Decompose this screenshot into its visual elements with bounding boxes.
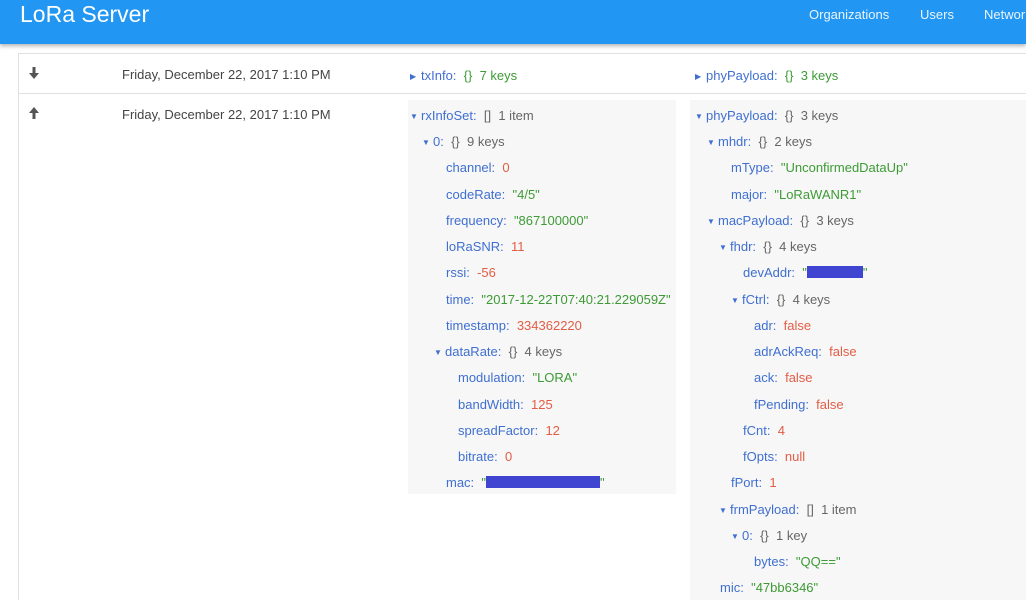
mhdr-node[interactable]: ▼ mhdr: {} 2 keys	[707, 134, 812, 150]
field-bandwidth: bandWidth: 125	[458, 397, 553, 412]
table-divider	[18, 93, 1026, 94]
field-coderate: codeRate: "4/5"	[446, 187, 540, 202]
macpayload-node[interactable]: ▼ macPayload: {} 3 keys	[707, 213, 854, 229]
collapse-icon[interactable]: ▼	[719, 503, 730, 519]
fhdr-node[interactable]: ▼ fhdr: {} 4 keys	[719, 239, 817, 255]
frmpayload-item-0[interactable]: ▼ 0: {} 1 key	[731, 528, 807, 544]
redacted-value	[486, 476, 601, 488]
collapse-icon[interactable]: ▼	[707, 135, 718, 151]
field-mac: mac: " "	[446, 475, 605, 490]
fctrl-node[interactable]: ▼ fCtrl: {} 4 keys	[731, 292, 830, 308]
table-border	[18, 53, 19, 600]
collapse-icon[interactable]: ▼	[731, 529, 742, 545]
collapse-icon[interactable]: ▼	[731, 293, 742, 309]
field-major: major: "LoRaWANR1"	[731, 187, 862, 202]
arrow-up-icon	[29, 107, 39, 119]
table-divider	[18, 53, 1026, 54]
nav-network[interactable]: Network	[984, 7, 1026, 22]
frame-timestamp: Friday, December 22, 2017 1:10 PM	[122, 67, 331, 82]
collapse-icon[interactable]: ▼	[719, 240, 730, 256]
arrow-down-icon	[29, 67, 39, 79]
field-frequency: frequency: "867100000"	[446, 213, 589, 228]
nav-organizations[interactable]: Organizations	[809, 7, 889, 22]
field-timestamp: timestamp: 334362220	[446, 318, 582, 333]
field-ack: ack: false	[754, 370, 813, 385]
collapse-icon[interactable]: ▼	[422, 135, 433, 151]
frmpayload-node[interactable]: ▼ frmPayload: [] 1 item	[719, 502, 856, 518]
phypayload-node-collapsed[interactable]: ▶ phyPayload: {} 3 keys	[695, 68, 838, 84]
phypayload-tree: ▼ phyPayload: {} 3 keys ▼ mhdr: {} 2 keys …	[690, 100, 1026, 600]
field-bytes: bytes: "QQ=="	[754, 554, 841, 569]
rxinfoset-tree: ▼ rxInfoSet: [] 1 item ▼ 0: {} 9 keys chan…	[408, 100, 676, 494]
txinfo-node[interactable]: ▶ txInfo: {} 7 keys	[410, 68, 517, 84]
field-adrackreq: adrAckReq: false	[754, 344, 857, 359]
phypayload-node[interactable]: ▼ phyPayload: {} 3 keys	[695, 108, 838, 124]
field-fport: fPort: 1	[731, 475, 777, 490]
field-modulation: modulation: "LORA"	[458, 370, 578, 385]
redacted-value	[806, 266, 863, 278]
field-fopts: fOpts: null	[743, 449, 806, 464]
field-fpending: fPending: false	[754, 397, 844, 412]
field-adr: adr: false	[754, 318, 812, 333]
collapse-icon[interactable]: ▼	[434, 345, 445, 361]
field-rssi: rssi: -56	[446, 265, 496, 280]
app-title[interactable]: LoRa Server	[20, 1, 149, 28]
collapse-icon[interactable]: ▼	[707, 214, 718, 230]
field-channel: channel: 0	[446, 160, 510, 175]
collapse-icon[interactable]: ▼	[695, 109, 706, 125]
field-spreadfactor: spreadFactor: 12	[458, 423, 560, 438]
app-bar: LoRa Server Organizations Users Network	[0, 0, 1026, 44]
expand-icon[interactable]: ▶	[410, 69, 421, 85]
field-devaddr: devAddr: " "	[743, 265, 868, 280]
frame-timestamp: Friday, December 22, 2017 1:10 PM	[122, 107, 331, 122]
field-fcnt: fCnt: 4	[743, 423, 785, 438]
field-time: time: "2017-12-22T07:40:21.229059Z"	[446, 292, 671, 307]
collapse-icon[interactable]: ▼	[410, 109, 421, 125]
datarate-node[interactable]: ▼ dataRate: {} 4 keys	[434, 344, 562, 360]
field-mtype: mType: "UnconfirmedDataUp"	[731, 160, 908, 175]
field-mic: mic: "47bb6346"	[720, 580, 819, 595]
nav-users[interactable]: Users	[920, 7, 954, 22]
field-lorasnr: loRaSNR: 11	[446, 239, 525, 254]
rxinfo-item-0[interactable]: ▼ 0: {} 9 keys	[422, 134, 505, 150]
field-bitrate: bitrate: 0	[458, 449, 513, 464]
expand-icon[interactable]: ▶	[695, 69, 706, 85]
rxinfoset-node[interactable]: ▼ rxInfoSet: [] 1 item	[410, 108, 534, 124]
